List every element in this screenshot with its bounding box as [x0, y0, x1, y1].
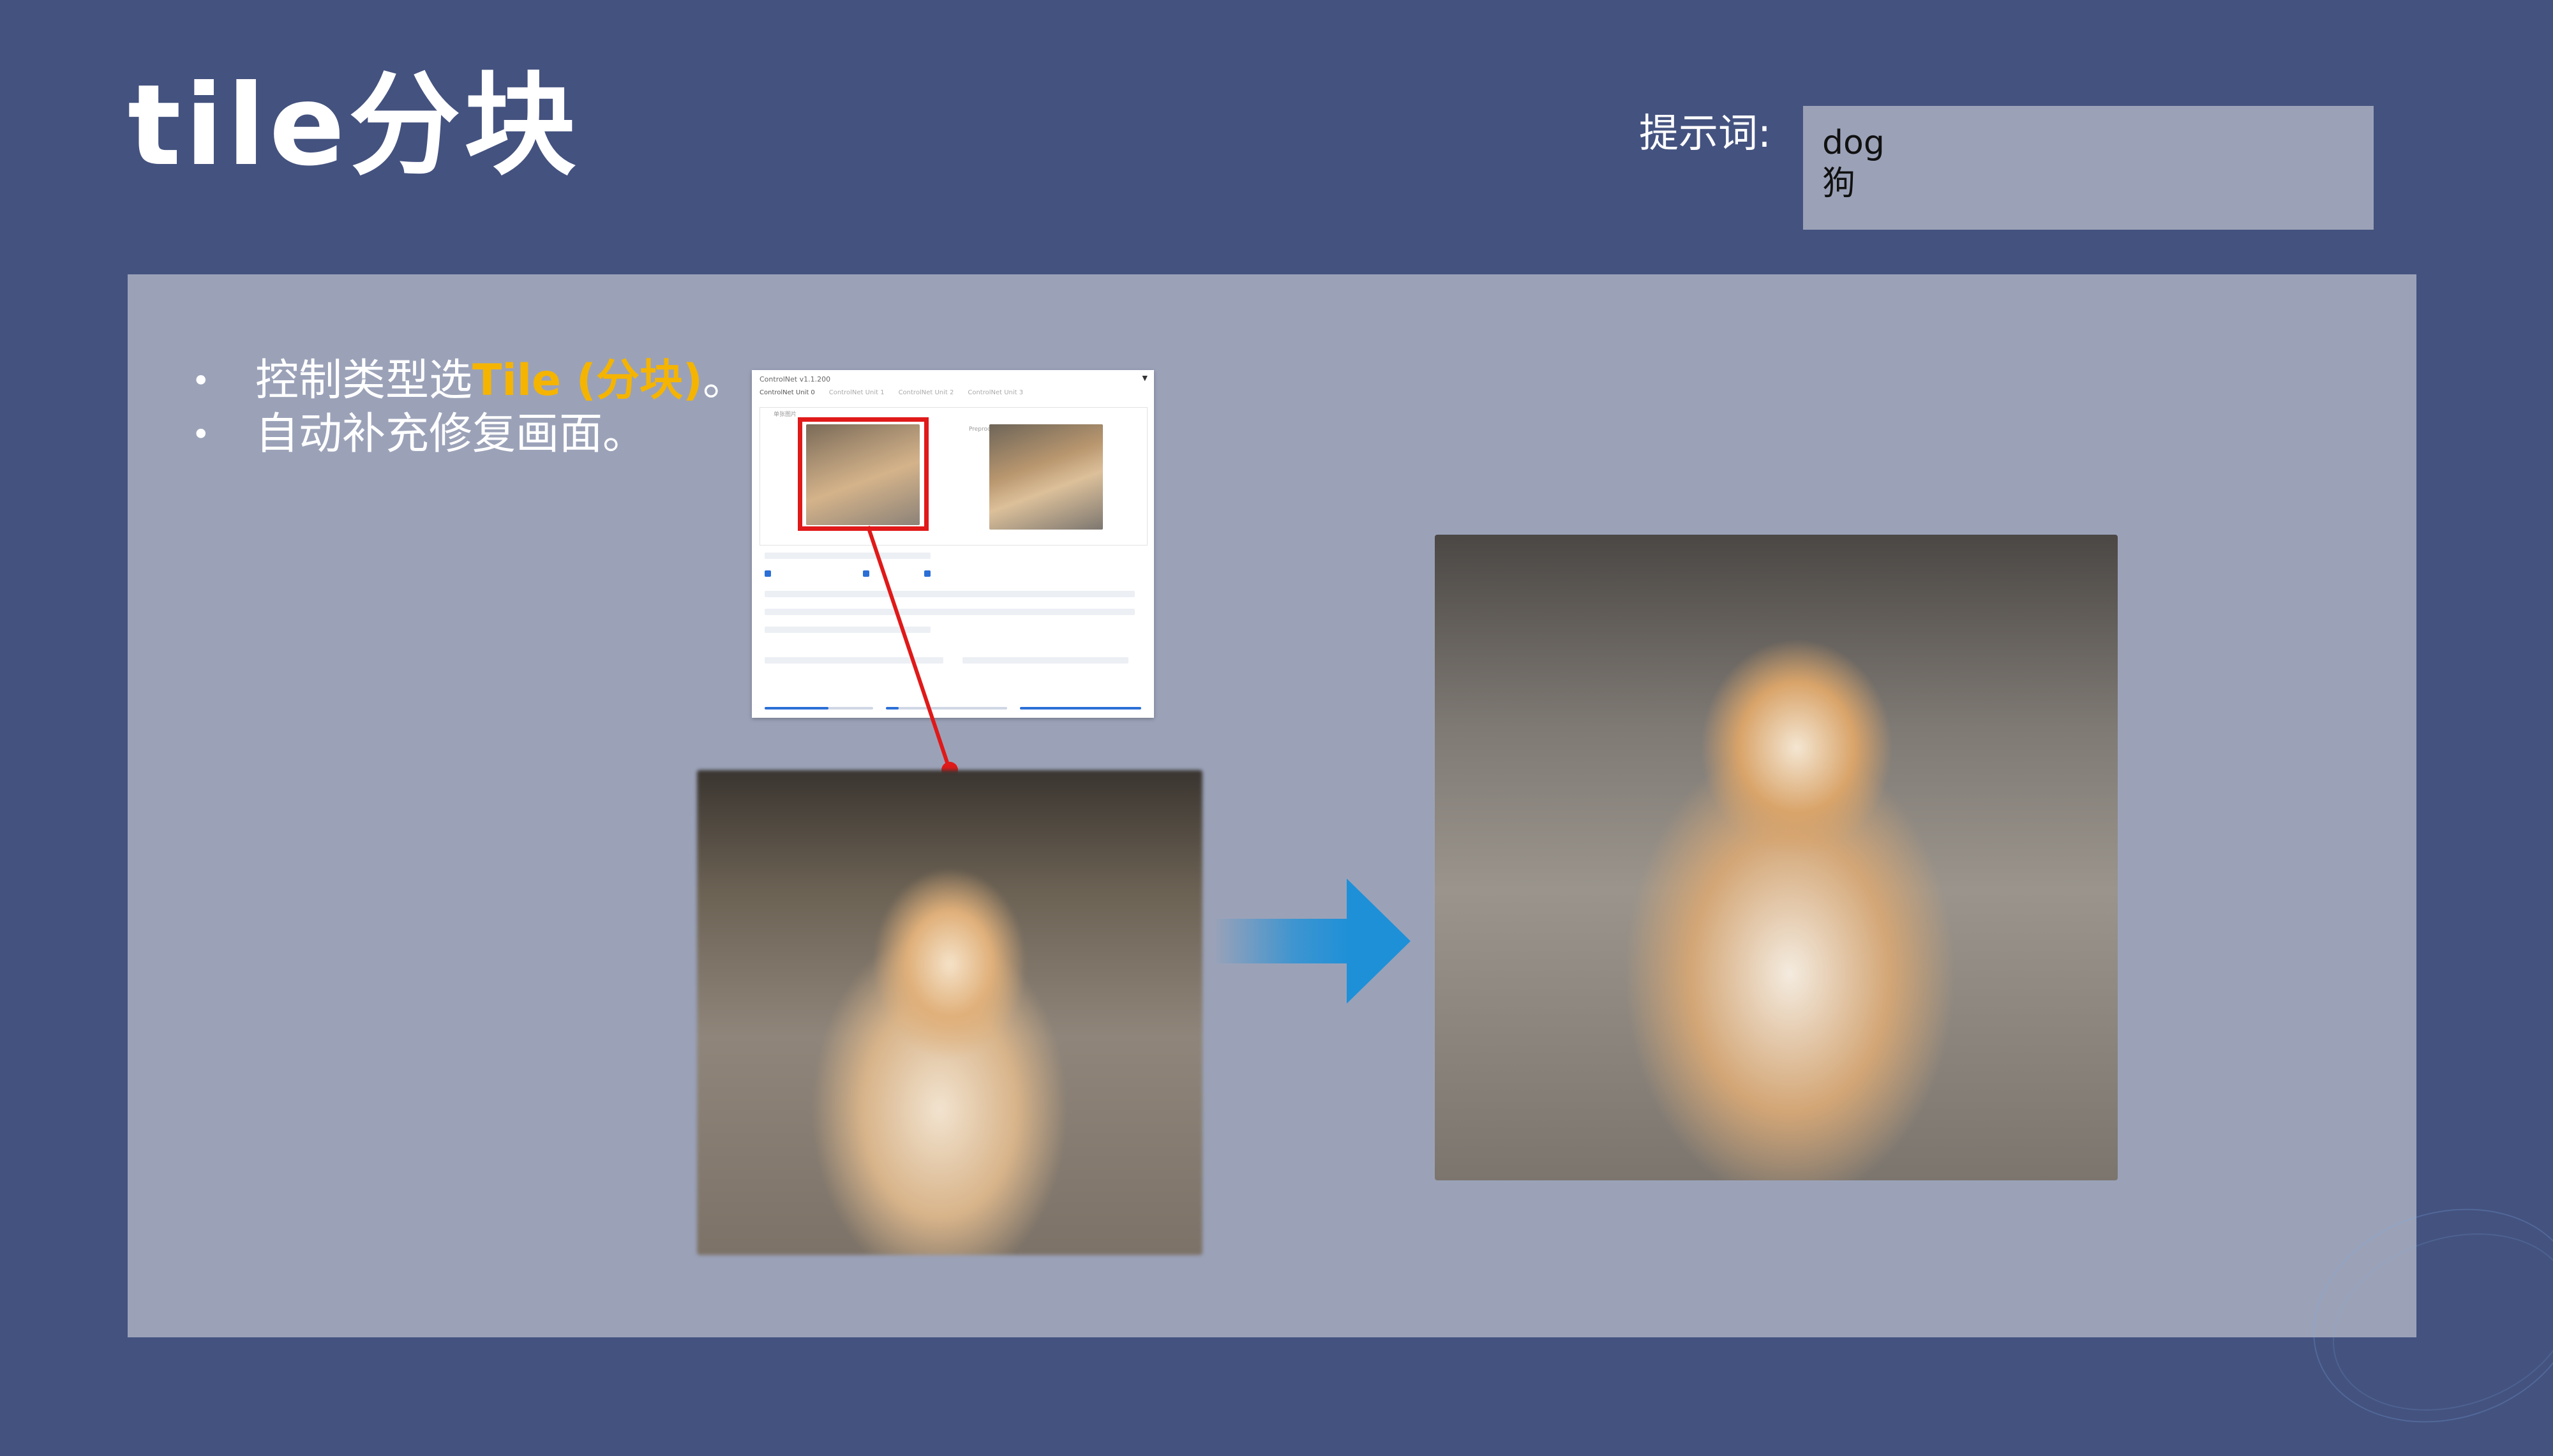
arrow-right-icon	[1213, 879, 1411, 1004]
blurry-dog-photo	[697, 770, 1202, 1255]
callout-line	[866, 526, 958, 778]
sharp-dog-photo	[1435, 535, 2118, 1180]
